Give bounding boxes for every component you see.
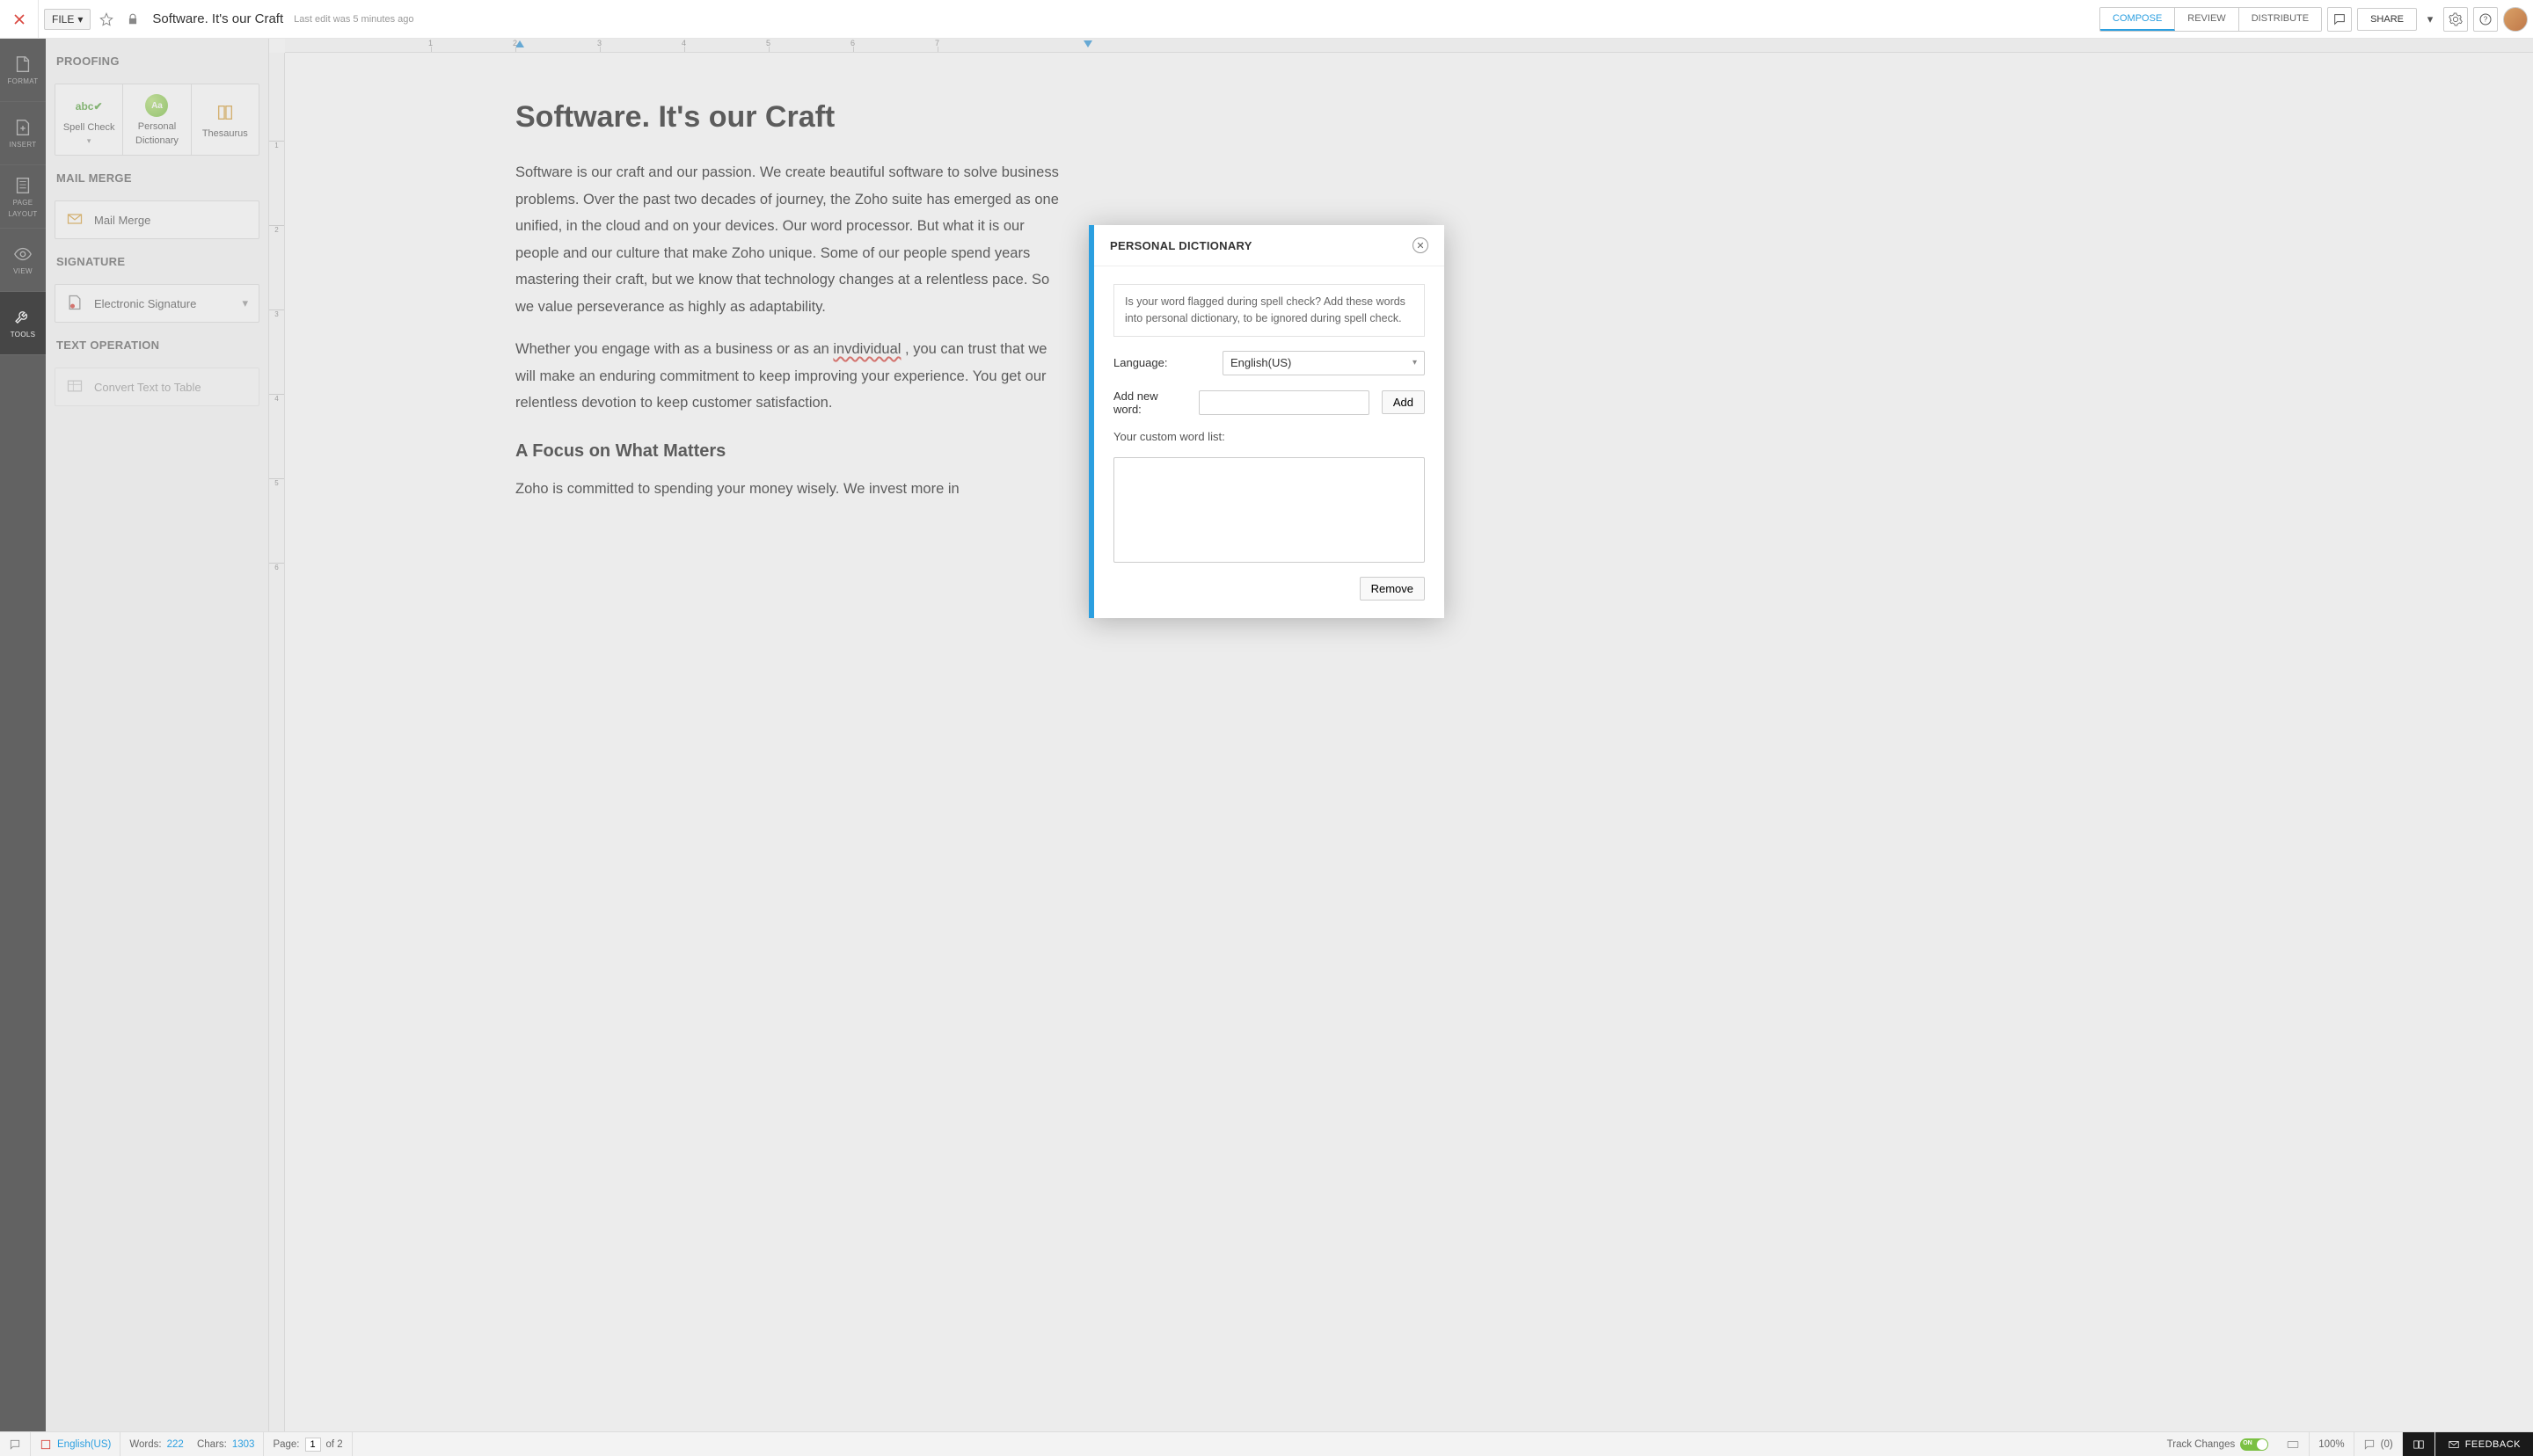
- add-word-label: Add new word:: [1113, 389, 1186, 416]
- top-bar: FILE ▾ Software. It's our Craft Last edi…: [0, 0, 2533, 39]
- page-input[interactable]: [305, 1438, 321, 1452]
- status-chat-button[interactable]: [0, 1432, 31, 1456]
- mode-tabs: COMPOSE REVIEW DISTRIBUTE: [2099, 7, 2322, 32]
- words-value: 222: [167, 1439, 184, 1450]
- language-value: English(US): [1230, 356, 1291, 369]
- close-icon: ✕: [1416, 240, 1424, 251]
- personal-dictionary-modal: PERSONAL DICTIONARY ✕ Is your word flagg…: [1089, 225, 1444, 618]
- remove-word-button[interactable]: Remove: [1360, 577, 1425, 601]
- word-list-label: Your custom word list:: [1113, 430, 1425, 443]
- add-word-input[interactable]: [1199, 390, 1369, 415]
- chars-value: 1303: [232, 1439, 255, 1450]
- document-title[interactable]: Software. It's our Craft: [152, 11, 283, 26]
- comments-panel-button[interactable]: [2327, 7, 2352, 32]
- help-button[interactable]: ?: [2473, 7, 2498, 32]
- modal-footer: Remove: [1113, 577, 1425, 601]
- language-row: Language: English(US) ▾: [1113, 351, 1425, 375]
- modal-info-text: Is your word flagged during spell check?…: [1113, 284, 1425, 337]
- zoom-control[interactable]: 100%: [2310, 1432, 2354, 1456]
- main-area: FORMAT INSERT PAGE LAYOUT VIEW TOOLS PRO…: [0, 39, 2533, 1431]
- modal-header: PERSONAL DICTIONARY ✕: [1094, 225, 1444, 266]
- share-dropdown-button[interactable]: ▾: [2422, 7, 2438, 32]
- status-language-button[interactable]: English(US): [31, 1432, 120, 1456]
- modal-title: PERSONAL DICTIONARY: [1110, 239, 1252, 252]
- zoom-value: 100%: [2318, 1439, 2344, 1450]
- track-changes-toggle[interactable]: Track Changes ON: [2158, 1432, 2278, 1456]
- toggle-switch[interactable]: ON: [2240, 1438, 2268, 1451]
- words-label: Words:: [129, 1439, 161, 1450]
- custom-word-listbox[interactable]: [1113, 457, 1425, 563]
- last-edit-time: Last edit was 5 minutes ago: [294, 14, 413, 25]
- comments-count-button[interactable]: (0): [2354, 1432, 2403, 1456]
- comments-count-value: (0): [2381, 1439, 2393, 1450]
- status-language-value: English(US): [57, 1439, 111, 1450]
- star-favorite-button[interactable]: [96, 9, 117, 30]
- status-page: Page: of 2: [264, 1432, 352, 1456]
- tab-compose[interactable]: COMPOSE: [2100, 8, 2175, 31]
- toggle-on-label: ON: [2243, 1440, 2252, 1446]
- tab-review[interactable]: REVIEW: [2175, 8, 2238, 31]
- feedback-button[interactable]: FEEDBACK: [2435, 1432, 2533, 1456]
- language-select[interactable]: English(US) ▾: [1223, 351, 1425, 375]
- user-avatar[interactable]: [2503, 7, 2528, 32]
- add-word-row: Add new word: Add: [1113, 389, 1425, 416]
- chevron-down-icon: ▾: [77, 13, 83, 25]
- page-of-label: of 2: [326, 1439, 343, 1450]
- reading-mode-button[interactable]: [2403, 1432, 2435, 1456]
- close-app-button[interactable]: [0, 0, 39, 39]
- page-label: Page:: [273, 1439, 299, 1450]
- lock-icon: [122, 9, 143, 30]
- language-label: Language:: [1113, 356, 1210, 369]
- modal-close-button[interactable]: ✕: [1412, 237, 1428, 253]
- file-menu-label: FILE: [52, 13, 74, 25]
- file-menu-button[interactable]: FILE ▾: [44, 9, 91, 30]
- add-word-button[interactable]: Add: [1382, 390, 1425, 414]
- modal-body: Is your word flagged during spell check?…: [1094, 266, 1444, 618]
- tab-distribute[interactable]: DISTRIBUTE: [2239, 8, 2321, 31]
- settings-button[interactable]: [2443, 7, 2468, 32]
- chars-label: Chars:: [197, 1439, 227, 1450]
- svg-text:?: ?: [2484, 15, 2488, 23]
- track-changes-label: Track Changes: [2167, 1439, 2236, 1450]
- chevron-down-icon: ▾: [1412, 358, 1417, 368]
- feedback-label: FEEDBACK: [2465, 1439, 2521, 1450]
- status-bar: English(US) Words: 222 Chars: 1303 Page:…: [0, 1431, 2533, 1456]
- keyboard-button[interactable]: [2277, 1432, 2310, 1456]
- status-word-count[interactable]: Words: 222 Chars: 1303: [120, 1432, 264, 1456]
- share-button[interactable]: SHARE: [2357, 8, 2417, 31]
